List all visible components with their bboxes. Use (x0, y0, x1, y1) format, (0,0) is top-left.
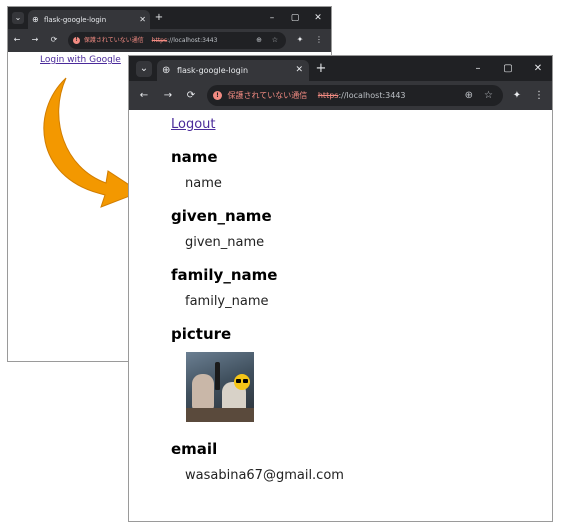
url-scheme: https (317, 91, 339, 100)
plus-icon[interactable]: + (313, 60, 329, 77)
sunglasses-lens-right (243, 379, 248, 383)
photo-person-left (192, 374, 214, 410)
field-heading-given-name: given_name (171, 207, 272, 225)
address-bar[interactable]: ! 保護されていない通信 https://localhost:3443 ⊕ ☆ (207, 85, 503, 106)
minimize-icon[interactable]: – (471, 60, 485, 77)
photo-bottle (215, 362, 220, 390)
star-icon[interactable]: ☆ (484, 85, 493, 106)
profile-picture (186, 352, 254, 422)
chevron-down-icon[interactable]: ⌄ (136, 61, 152, 77)
field-heading-name: name (171, 148, 218, 166)
photo-table (186, 408, 254, 422)
front-browser-window: ⌄ ⊕ flask-google-login ✕ + – ▢ ✕ ← → ⟳ !… (128, 55, 553, 522)
kebab-menu-icon[interactable]: ⋮ (532, 87, 546, 104)
security-label: 保護されていない通信 (227, 91, 308, 100)
field-value-name: name (185, 176, 222, 191)
field-heading-picture: picture (171, 325, 232, 343)
forward-arrow-icon[interactable]: → (161, 87, 175, 104)
logout-link[interactable]: Logout (171, 117, 216, 132)
field-value-family-name: family_name (185, 294, 269, 309)
close-icon[interactable]: ✕ (531, 60, 545, 77)
zoom-icon[interactable]: ⊕ (465, 85, 473, 106)
field-value-given-name: given_name (185, 235, 265, 250)
field-heading-family-name: family_name (171, 266, 278, 284)
field-heading-email: email (171, 440, 218, 458)
tab-title: flask-google-login (176, 66, 249, 75)
reload-icon[interactable]: ⟳ (184, 87, 198, 104)
url-rest: ://localhost:3443 (338, 91, 406, 100)
back-arrow-icon[interactable]: ← (137, 87, 151, 104)
tab-strip: ⌄ ⊕ flask-google-login ✕ + – ▢ ✕ (129, 56, 552, 81)
page-content: Logout name name given_name given_name f… (129, 110, 552, 521)
sunglasses-lens-left (236, 379, 241, 383)
warning-icon: ! (213, 91, 222, 100)
tab-flask-google-login[interactable]: ⊕ flask-google-login ✕ (157, 60, 309, 81)
sunglasses-emoji-icon (234, 374, 250, 390)
close-icon[interactable]: ✕ (295, 60, 303, 81)
extension-icon[interactable]: ✦ (510, 87, 524, 104)
globe-icon: ⊕ (162, 65, 171, 76)
maximize-icon[interactable]: ▢ (501, 60, 515, 77)
toolbar: ← → ⟳ ! 保護されていない通信 https://localhost:344… (129, 81, 552, 110)
field-value-email: wasabina67@gmail.com (185, 468, 344, 483)
